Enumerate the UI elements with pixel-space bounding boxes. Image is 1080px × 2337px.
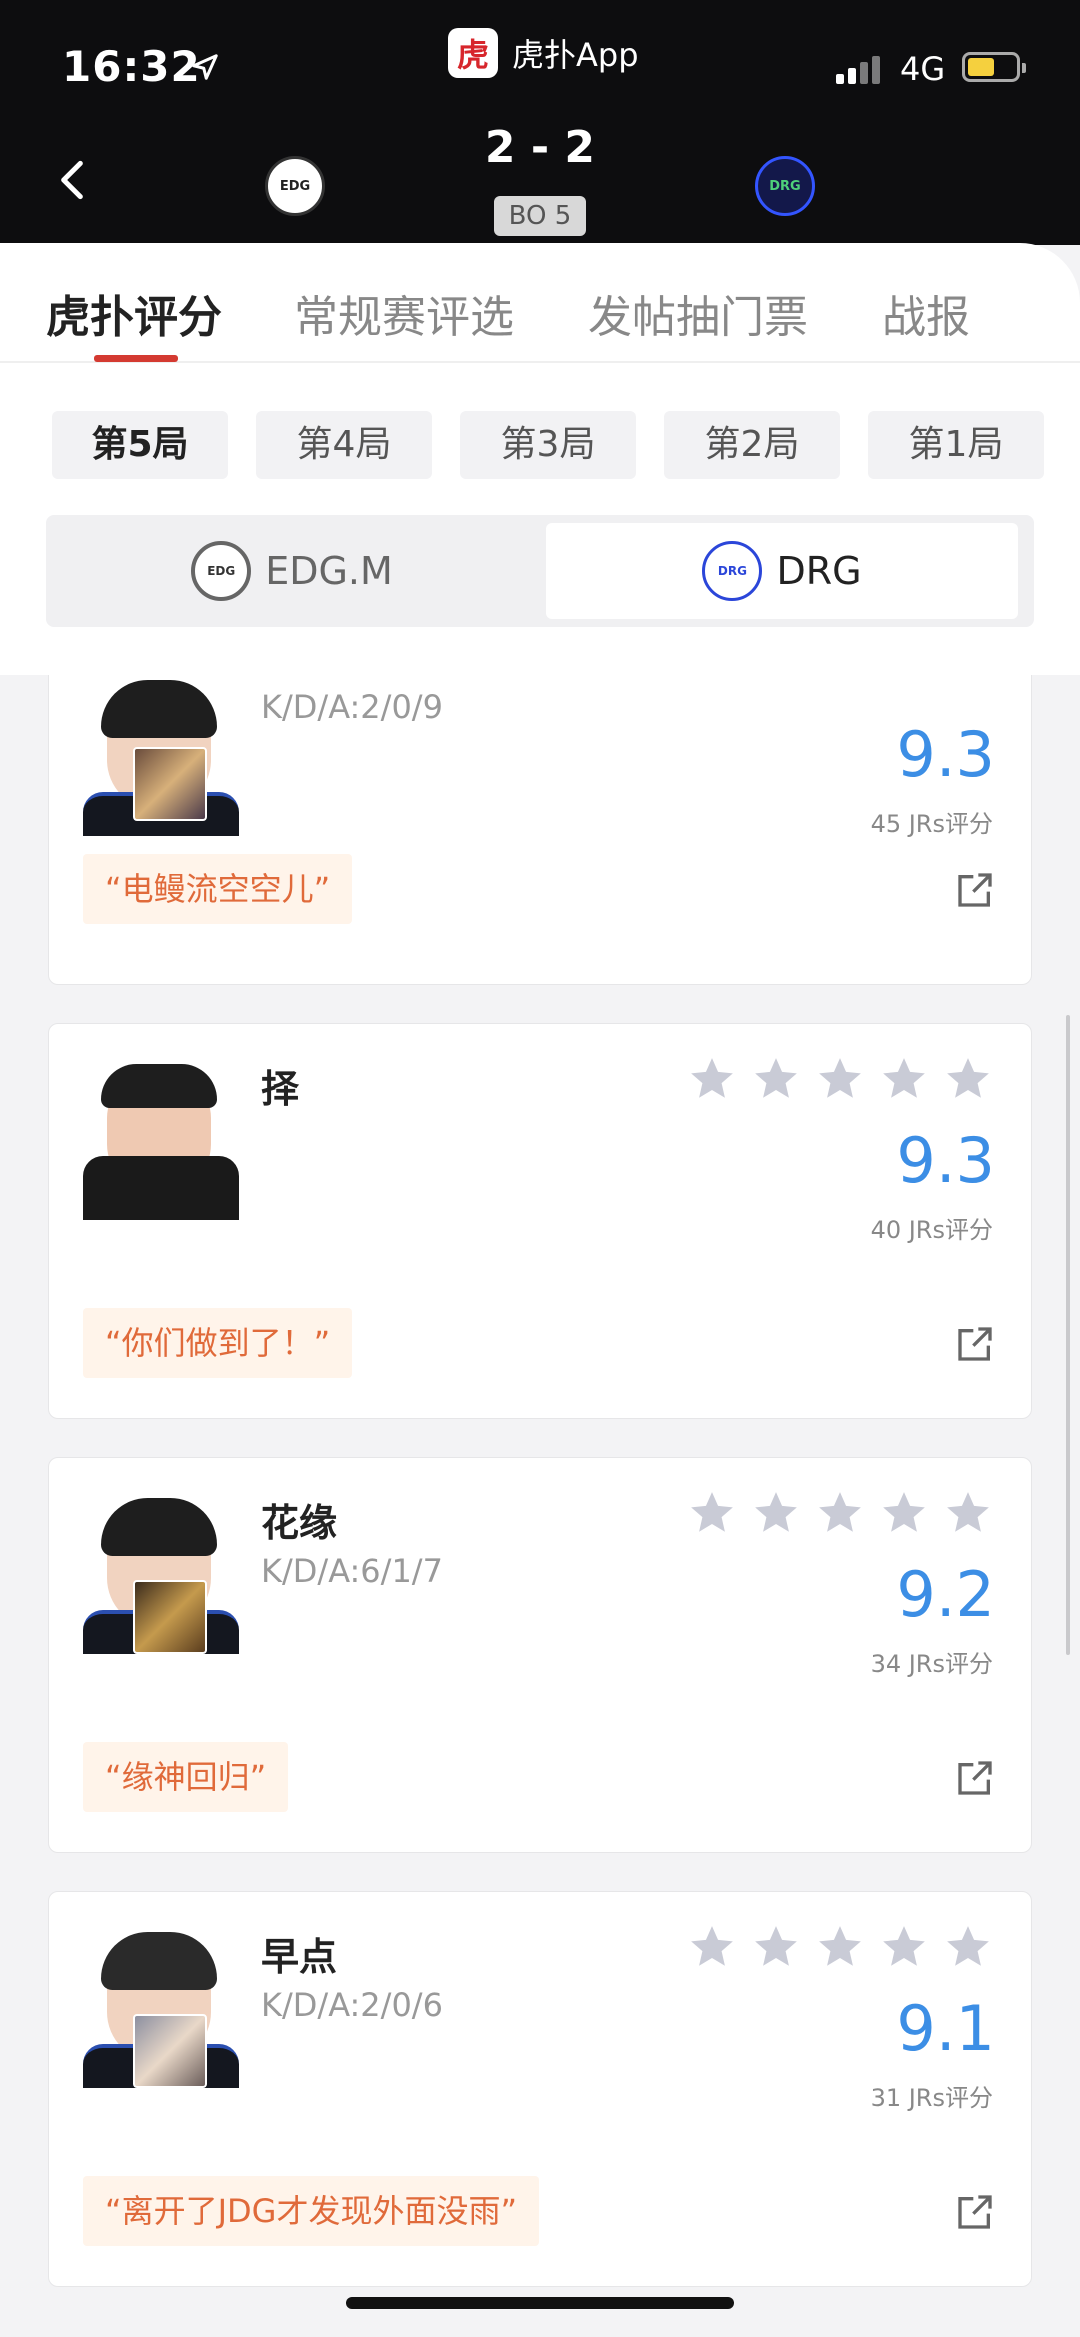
star-icon[interactable] xyxy=(943,1054,993,1104)
team-edg-label: EDG.M xyxy=(265,549,393,593)
hero-avatar xyxy=(133,2014,207,2088)
rating-stars[interactable] xyxy=(687,1922,993,1972)
rating-stars[interactable] xyxy=(687,1054,993,1104)
star-icon[interactable] xyxy=(815,1054,865,1104)
tab-post-ticket-draw[interactable]: 发帖抽门票 xyxy=(588,281,808,345)
player-votes: 45 JRs评分 xyxy=(870,810,993,838)
share-icon[interactable] xyxy=(955,1324,995,1364)
player-card[interactable]: K/D/A:2/0/9 9.3 45 JRs评分 “电鳗流空空儿” xyxy=(48,675,1032,985)
app-name: 虎扑App xyxy=(512,36,639,74)
share-icon[interactable] xyxy=(955,870,995,910)
home-indicator[interactable] xyxy=(346,2297,734,2309)
player-quote[interactable]: “你们做到了！” xyxy=(83,1308,353,1378)
drg-logo-icon: DRG xyxy=(702,541,763,601)
player-votes: 34 JRs评分 xyxy=(870,1650,993,1678)
player-kda: K/D/A:2/0/9 xyxy=(261,688,443,726)
star-icon[interactable] xyxy=(687,1922,737,1972)
scrollbar[interactable] xyxy=(1066,1015,1070,1655)
location-arrow-icon xyxy=(192,54,218,80)
player-kda: K/D/A:2/0/6 xyxy=(261,1986,443,2024)
hero-avatar xyxy=(133,1580,207,1654)
player-avatar xyxy=(83,1064,239,1220)
star-icon[interactable] xyxy=(879,1922,929,1972)
network-label: 4G xyxy=(900,50,946,88)
star-icon[interactable] xyxy=(687,1488,737,1538)
rating-stars[interactable] xyxy=(687,1488,993,1538)
game-2-button[interactable]: 第2局 xyxy=(664,411,840,479)
player-rating: 9.3 xyxy=(896,718,995,791)
game-1-button[interactable]: 第1局 xyxy=(868,411,1044,479)
team-drg-tab[interactable]: DRG DRG xyxy=(546,523,1018,619)
player-quote[interactable]: “缘神回归” xyxy=(83,1742,289,1812)
player-kda: K/D/A:6/1/7 xyxy=(261,1552,443,1590)
player-card[interactable]: 早点 K/D/A:2/0/6 9.1 31 JRs评分 “离开了JDG才发现外面… xyxy=(48,1891,1032,2287)
star-icon[interactable] xyxy=(751,1922,801,1972)
signal-icon xyxy=(836,56,880,84)
star-icon[interactable] xyxy=(943,1488,993,1538)
match-format-badge: BO 5 xyxy=(494,196,586,236)
star-icon[interactable] xyxy=(751,1054,801,1104)
player-card[interactable]: 择 9.3 40 JRs评分 “你们做到了！” xyxy=(48,1023,1032,1419)
active-tab-indicator xyxy=(94,355,178,362)
tab-regular-season-vote[interactable]: 常规赛评选 xyxy=(294,281,514,345)
player-votes: 31 JRs评分 xyxy=(870,2084,993,2112)
match-header: 16:32 虎 虎扑App 4G EDG 2 - 2 BO 5 DRG xyxy=(0,0,1080,245)
player-rating-list: K/D/A:2/0/9 9.3 45 JRs评分 “电鳗流空空儿” 择 9.3 … xyxy=(0,675,1080,2337)
player-name: 择 xyxy=(261,1067,300,1111)
battery-icon xyxy=(962,52,1026,82)
app-logo: 虎 xyxy=(448,28,498,78)
player-quote[interactable]: “电鳗流空空儿” xyxy=(83,854,353,924)
player-rating: 9.3 xyxy=(896,1124,995,1197)
status-time: 16:32 xyxy=(62,42,201,91)
tab-bar: 虎扑评分 常规赛评选 发帖抽门票 战报 xyxy=(0,243,1080,363)
player-votes: 40 JRs评分 xyxy=(870,1216,993,1244)
star-icon[interactable] xyxy=(943,1922,993,1972)
player-card[interactable]: 花缘 K/D/A:6/1/7 9.2 34 JRs评分 “缘神回归” xyxy=(48,1457,1032,1853)
star-icon[interactable] xyxy=(879,1054,929,1104)
match-score: 2 - 2 xyxy=(484,122,596,173)
player-rating: 9.1 xyxy=(896,1992,995,2065)
team-edg-tab[interactable]: EDG EDG.M xyxy=(56,523,528,619)
app-badge[interactable]: 虎 虎扑App xyxy=(448,28,639,78)
player-quote[interactable]: “离开了JDG才发现外面没雨” xyxy=(83,2176,540,2246)
share-icon[interactable] xyxy=(955,2192,995,2232)
share-icon[interactable] xyxy=(955,1758,995,1798)
star-icon[interactable] xyxy=(815,1922,865,1972)
star-icon[interactable] xyxy=(815,1488,865,1538)
tab-hupu-rating[interactable]: 虎扑评分 xyxy=(46,281,222,345)
team-switch: EDG EDG.M DRG DRG xyxy=(46,515,1034,627)
game-5-button[interactable]: 第5局 xyxy=(52,411,228,479)
hero-avatar xyxy=(133,747,207,821)
tab-match-report[interactable]: 战报 xyxy=(882,281,970,345)
star-icon[interactable] xyxy=(687,1054,737,1104)
rating-panel: 虎扑评分 常规赛评选 发帖抽门票 战报 第5局 第4局 第3局 第2局 第1局 … xyxy=(0,243,1080,675)
player-name: 早点 xyxy=(261,1935,338,1979)
drg-team-logo[interactable]: DRG xyxy=(755,156,815,216)
game-3-button[interactable]: 第3局 xyxy=(460,411,636,479)
edg-logo-icon: EDG xyxy=(191,541,252,601)
star-icon[interactable] xyxy=(751,1488,801,1538)
player-name: 花缘 xyxy=(261,1501,338,1545)
game-4-button[interactable]: 第4局 xyxy=(256,411,432,479)
team-drg-label: DRG xyxy=(776,549,862,593)
game-selector: 第5局 第4局 第3局 第2局 第1局 xyxy=(52,411,1044,479)
star-icon[interactable] xyxy=(879,1488,929,1538)
player-rating: 9.2 xyxy=(896,1558,995,1631)
